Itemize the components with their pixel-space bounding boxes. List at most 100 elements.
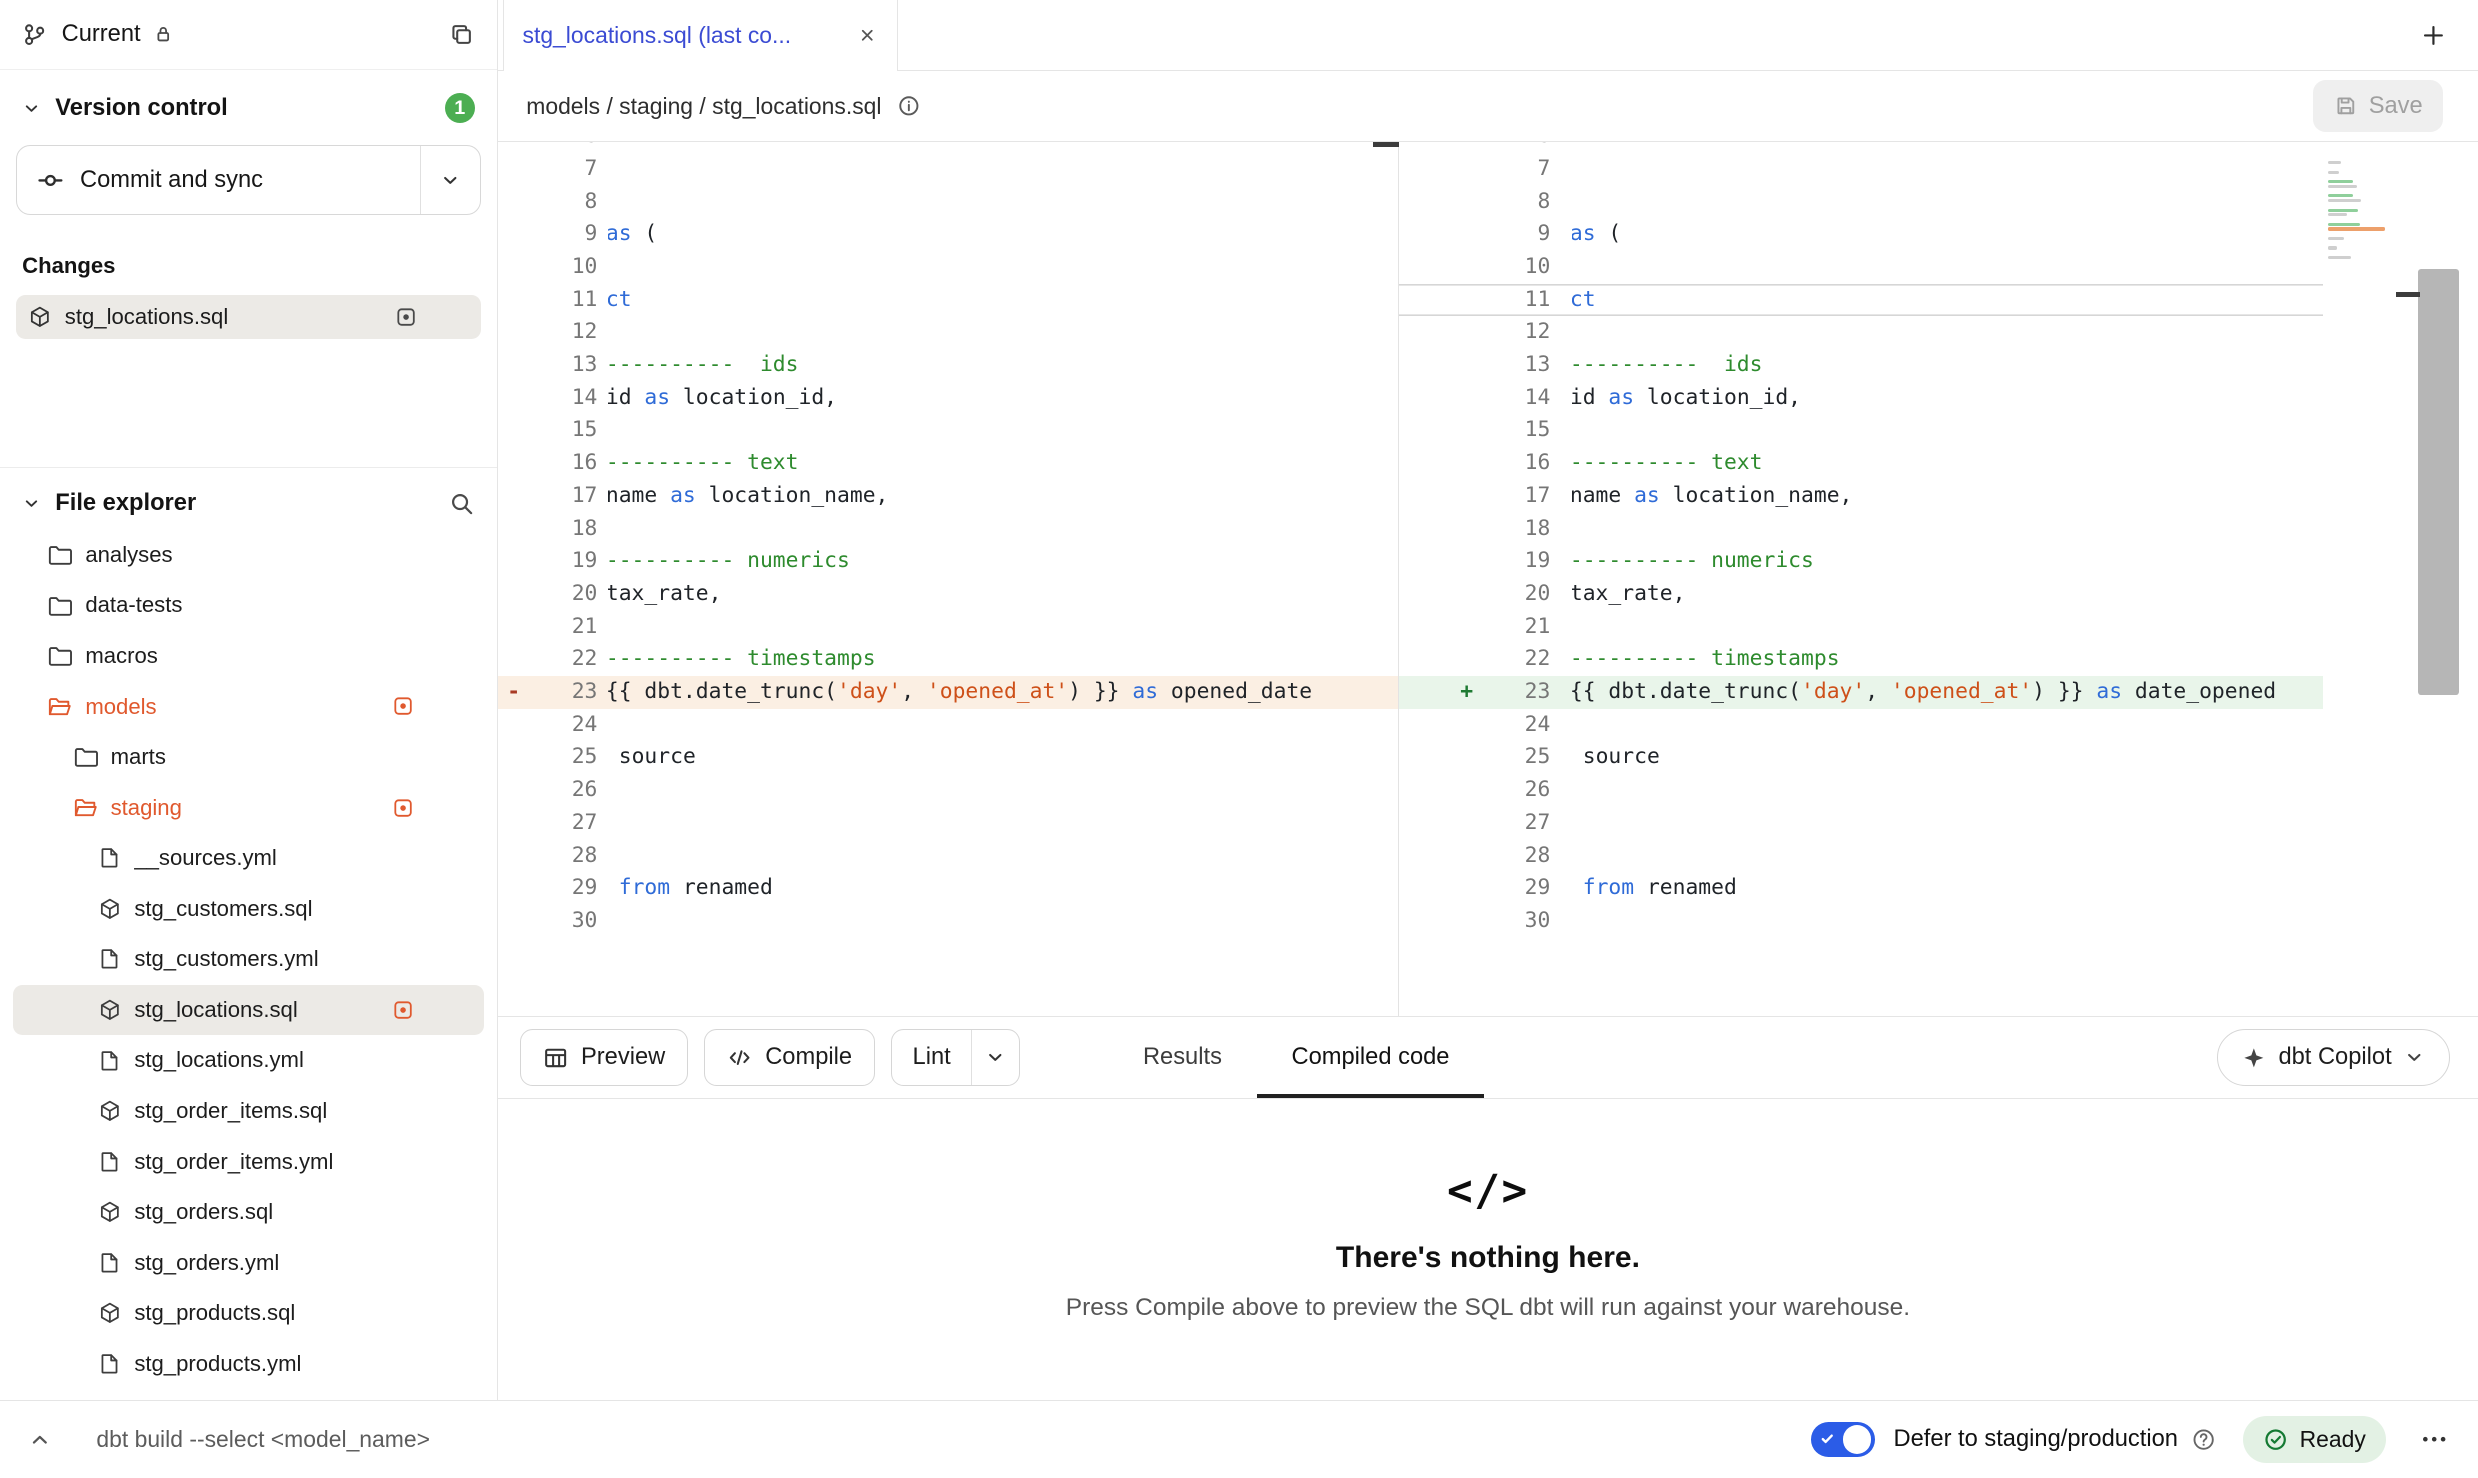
line-number: 26	[1486, 774, 1573, 807]
commit-and-sync-main[interactable]: Commit and sync	[17, 146, 420, 214]
commit-options-caret[interactable]	[420, 146, 480, 214]
line-number: 18	[533, 513, 609, 546]
code-text	[1572, 186, 2323, 219]
code-line-8: 8	[498, 186, 1398, 219]
gutter: 20	[1399, 578, 1573, 611]
file-explorer-item-stg-locations-yml[interactable]: stg_locations.yml	[13, 1035, 485, 1086]
gutter: 22	[498, 643, 609, 676]
save-button[interactable]: Save	[2313, 80, 2443, 132]
breadcrumb-bar: models / staging / stg_locations.sql Sav…	[498, 71, 2478, 142]
tab-stg-locations[interactable]: stg_locations.sql (last co...	[503, 0, 898, 71]
file-name: __sources.yml	[134, 845, 277, 871]
dbt-copilot-button[interactable]: dbt Copilot	[2217, 1029, 2449, 1086]
code-text: )	[1572, 807, 2323, 840]
defer-toggle[interactable]	[1811, 1422, 1874, 1457]
code-text	[1572, 840, 2323, 873]
diff-marker: -	[507, 676, 532, 709]
diff-marker	[507, 741, 532, 774]
file-doc-icon	[98, 947, 122, 971]
code-line-23: +23 {{ dbt.date_trunc('day', 'opened_at'…	[1399, 676, 2324, 709]
code-text: from source	[1572, 741, 2323, 774]
line-number: 9	[1486, 218, 1573, 251]
version-control-header[interactable]: Version control 1	[22, 93, 475, 123]
code-line-26: 26	[498, 774, 1398, 807]
tab-compiled-code[interactable]: Compiled code	[1257, 1017, 1485, 1098]
branch-selector-row[interactable]: Current	[0, 0, 497, 70]
diff-marker	[507, 186, 532, 219]
breadcrumb: models / staging / stg_locations.sql	[526, 93, 881, 120]
lint-button[interactable]: Lint	[892, 1030, 971, 1085]
command-input[interactable]: dbt build --select <model_name>	[96, 1426, 430, 1453]
editor-toolbar: Preview Compile Lint	[498, 1016, 2478, 1098]
dbt-copilot-label: dbt Copilot	[2278, 1044, 2391, 1071]
line-number: 28	[533, 840, 609, 873]
lint-options-caret[interactable]	[971, 1030, 1018, 1085]
file-explorer-item-staging[interactable]: staging	[13, 782, 485, 833]
scrollbar-thumb[interactable]	[2418, 269, 2459, 696]
file-explorer-item-analyses[interactable]: analyses	[13, 530, 485, 581]
file-explorer-item-data-tests[interactable]: data-tests	[13, 580, 485, 631]
compile-button[interactable]: Compile	[704, 1029, 875, 1086]
help-icon[interactable]	[2191, 1427, 2216, 1452]
file-explorer-item-stg-products-sql[interactable]: stg_products.sql	[13, 1288, 485, 1339]
code-line-25: 25 from source	[498, 741, 1398, 774]
file-explorer-item-macros[interactable]: macros	[13, 631, 485, 682]
file-explorer-item-stg-locations-sql[interactable]: stg_locations.sql	[13, 985, 485, 1036]
minimap-sash-handle[interactable]	[2396, 292, 2420, 297]
code-text: tax_rate,	[608, 578, 1397, 611]
tab-results[interactable]: Results	[1108, 1017, 1257, 1098]
pane-sash-handle[interactable]	[1373, 142, 1398, 147]
file-explorer-item-marts[interactable]: marts	[13, 732, 485, 783]
gutter: 22	[1399, 643, 1573, 676]
preview-button[interactable]: Preview	[520, 1029, 688, 1086]
file-explorer-section: File explorer analysesdata-testsmacrosmo…	[0, 468, 497, 1400]
code-text: id as location_id,	[1572, 382, 2323, 415]
code-line-20: 20 tax_rate,	[1399, 578, 2324, 611]
close-icon[interactable]	[845, 25, 878, 46]
code-line-17: 17 name as location_name,	[1399, 480, 2324, 513]
code-text	[1572, 153, 2323, 186]
copy-icon[interactable]	[449, 22, 474, 47]
line-number: 12	[1486, 316, 1573, 349]
file-explorer-item-stg-orders-sql[interactable]: stg_orders.sql	[13, 1187, 485, 1238]
minimap[interactable]	[2323, 142, 2399, 1016]
code-text: select * from renamed	[608, 872, 1397, 905]
status-badge[interactable]: Ready	[2243, 1416, 2387, 1463]
file-name: staging	[111, 795, 182, 821]
file-explorer-header[interactable]: File explorer	[22, 490, 475, 517]
file-explorer-item-stg-products-yml[interactable]: stg_products.yml	[13, 1339, 485, 1390]
file-doc-icon	[98, 1352, 122, 1376]
diff-marker	[507, 153, 532, 186]
code-text: ---------- numerics	[608, 545, 1397, 578]
new-tab-button[interactable]	[2413, 16, 2452, 55]
changed-file-row[interactable]: stg_locations.sql	[16, 295, 481, 339]
diff-marker	[507, 578, 532, 611]
more-options-icon[interactable]	[2415, 1420, 2453, 1458]
search-icon[interactable]	[449, 491, 474, 516]
line-number: 8	[1486, 186, 1573, 219]
file-model-icon	[98, 998, 122, 1022]
file-explorer-item-models[interactable]: models	[13, 681, 485, 732]
file-model-icon	[98, 1099, 122, 1123]
file-explorer-item-stg-order-items-sql[interactable]: stg_order_items.sql	[13, 1086, 485, 1137]
file-info-icon[interactable]	[897, 94, 921, 118]
code-line-8: 8	[1399, 186, 2324, 219]
diff-marker	[1460, 741, 1485, 774]
diff-editor-left-pane[interactable]: 6789renamed as (1011 select1213 --------…	[498, 142, 1399, 1016]
save-icon	[2334, 94, 2358, 118]
file-explorer-item-stg-customers-yml[interactable]: stg_customers.yml	[13, 934, 485, 985]
file-explorer-item-stg-customers-sql[interactable]: stg_customers.sql	[13, 883, 485, 934]
file-explorer-item-stg-orders-yml[interactable]: stg_orders.yml	[13, 1237, 485, 1288]
file-explorer-item-stg-order-items-yml[interactable]: stg_order_items.yml	[13, 1136, 485, 1187]
code-line-17: 17 name as location_name,	[498, 480, 1398, 513]
gutter: 16	[1399, 447, 1573, 480]
line-number: 13	[1486, 349, 1573, 382]
file-explorer-item--sources-yml[interactable]: __sources.yml	[13, 833, 485, 884]
diff-marker	[507, 447, 532, 480]
chevron-up-icon[interactable]	[25, 1424, 55, 1454]
diff-editor-right-pane[interactable]: 6789renamed as (1011 select1213 --------…	[1399, 142, 2324, 1016]
line-number: 24	[1486, 709, 1573, 742]
diff-marker	[507, 709, 532, 742]
code-text: ---------- text	[1572, 447, 2323, 480]
modified-indicator	[392, 999, 414, 1021]
